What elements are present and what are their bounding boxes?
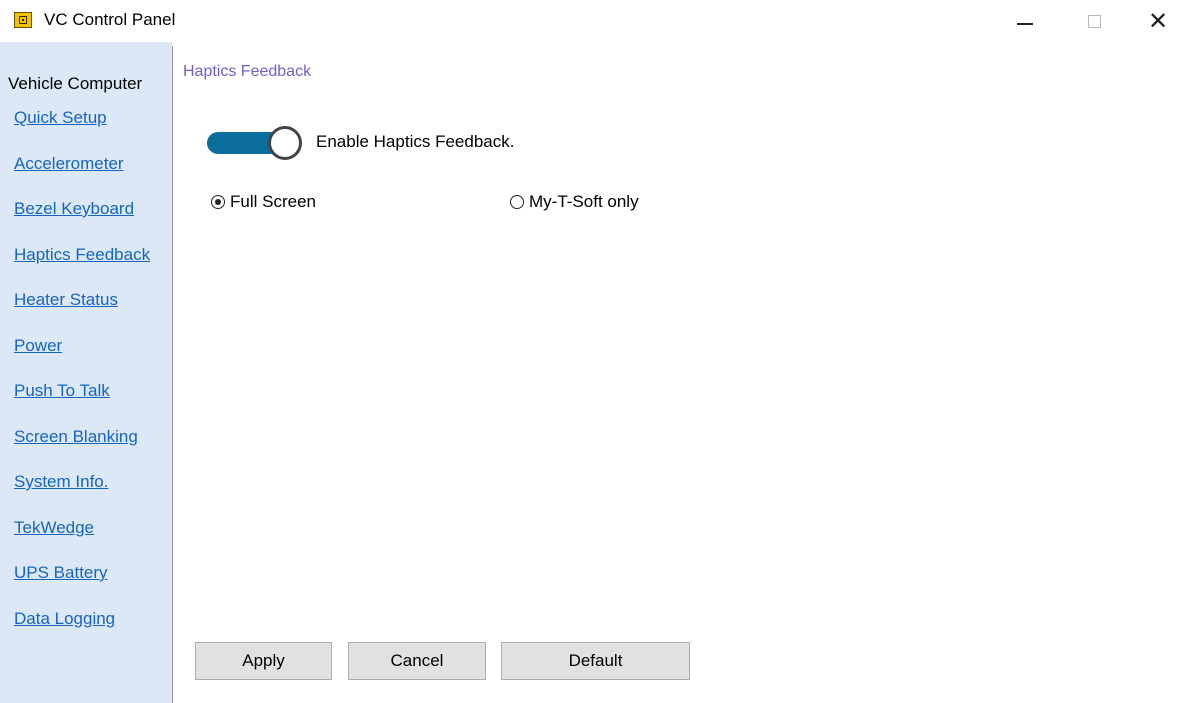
radio-full-screen[interactable]: Full Screen <box>211 191 316 213</box>
cancel-button[interactable]: Cancel <box>348 642 486 680</box>
maximize-button[interactable] <box>1066 0 1122 42</box>
sidebar-divider <box>172 46 173 703</box>
title-bar: VC Control Panel ✕ <box>0 0 1186 42</box>
toggle-label: Enable Haptics Feedback. <box>316 132 515 151</box>
haptics-toggle[interactable] <box>207 126 302 161</box>
sidebar-item-tekwedge[interactable]: TekWedge <box>14 517 94 539</box>
radio-my-t-soft-only[interactable]: My-T-Soft only <box>510 191 639 213</box>
sidebar-item-data-logging[interactable]: Data Logging <box>14 608 115 630</box>
sidebar-item-haptics-feedback[interactable]: Haptics Feedback <box>14 244 150 266</box>
sidebar-item-accelerometer[interactable]: Accelerometer <box>14 153 124 175</box>
sidebar-item-quick-setup[interactable]: Quick Setup <box>14 107 107 129</box>
app-icon <box>14 12 32 28</box>
radio-full-screen-label: Full Screen <box>230 192 316 211</box>
minimize-button[interactable] <box>997 0 1053 42</box>
sidebar-item-push-to-talk[interactable]: Push To Talk <box>14 380 110 402</box>
sidebar-item-screen-blanking[interactable]: Screen Blanking <box>14 426 138 448</box>
sidebar-item-system-info[interactable]: System Info. <box>14 471 108 493</box>
sidebar-heading: Vehicle Computer <box>8 74 143 93</box>
default-button[interactable]: Default <box>501 642 690 680</box>
close-button[interactable]: ✕ <box>1130 0 1186 42</box>
window-title: VC Control Panel <box>44 10 176 29</box>
radio-checked-icon <box>211 195 225 209</box>
maximize-icon <box>1087 14 1101 28</box>
minimize-icon <box>1017 23 1033 25</box>
radio-my-t-soft-only-label: My-T-Soft only <box>529 192 639 211</box>
section-title: Haptics Feedback <box>183 63 312 80</box>
sidebar-item-bezel-keyboard[interactable]: Bezel Keyboard <box>14 198 134 220</box>
radio-unchecked-icon <box>510 195 524 209</box>
close-icon: ✕ <box>1147 7 1169 35</box>
sidebar <box>0 42 172 703</box>
apply-button[interactable]: Apply <box>195 642 332 680</box>
sidebar-item-power[interactable]: Power <box>14 335 62 357</box>
sidebar-item-heater-status[interactable]: Heater Status <box>14 289 118 311</box>
toggle-knob <box>268 126 302 160</box>
sidebar-item-ups-battery[interactable]: UPS Battery <box>14 562 108 584</box>
